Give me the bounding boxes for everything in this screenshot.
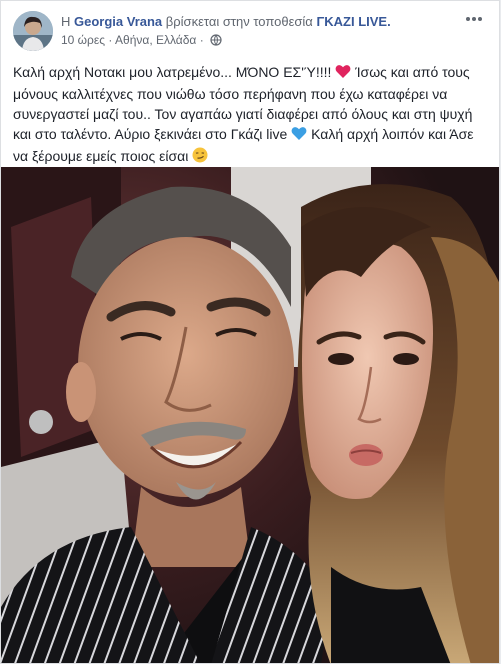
smirk-face-icon (192, 147, 208, 168)
selfie-photo (1, 167, 499, 663)
author-name-link[interactable]: Georgia Vrana (74, 14, 162, 29)
post-time-link[interactable]: 10 ώρες (61, 33, 105, 47)
blue-heart-icon (291, 126, 307, 146)
avatar-image (13, 11, 53, 51)
meta-separator-2: · (199, 33, 204, 47)
red-heart-icon (335, 64, 351, 84)
post-photo[interactable] (1, 167, 499, 663)
location-link[interactable]: ΓΚΑΖΙ LIVE. (316, 14, 390, 29)
post-meta: 10 ώρες · Αθήνα, Ελλάδα · (61, 33, 222, 49)
author-line: Η Georgia Vrana βρίσκεται στην τοποθεσία… (61, 14, 391, 29)
more-options-icon[interactable] (463, 13, 485, 29)
location-text: βρίσκεται στην τοποθεσία (165, 14, 313, 29)
globe-icon[interactable] (210, 34, 222, 49)
place-link[interactable]: Αθήνα, Ελλάδα (115, 33, 196, 47)
post-text-part-1: Καλή αρχή Νοτακι μου λατρεμένο... ΜΌΝΟ Ε… (13, 64, 332, 80)
post-header: Η Georgia Vrana βρίσκεται στην τοποθεσία… (13, 11, 489, 53)
post-text: Καλή αρχή Νοτακι μου λατρεμένο... ΜΌΝΟ Ε… (13, 62, 487, 168)
author-prefix: Η (61, 14, 71, 29)
meta-separator: · (108, 33, 113, 47)
post-card: Η Georgia Vrana βρίσκεται στην τοποθεσία… (0, 0, 500, 664)
avatar[interactable] (13, 11, 53, 51)
